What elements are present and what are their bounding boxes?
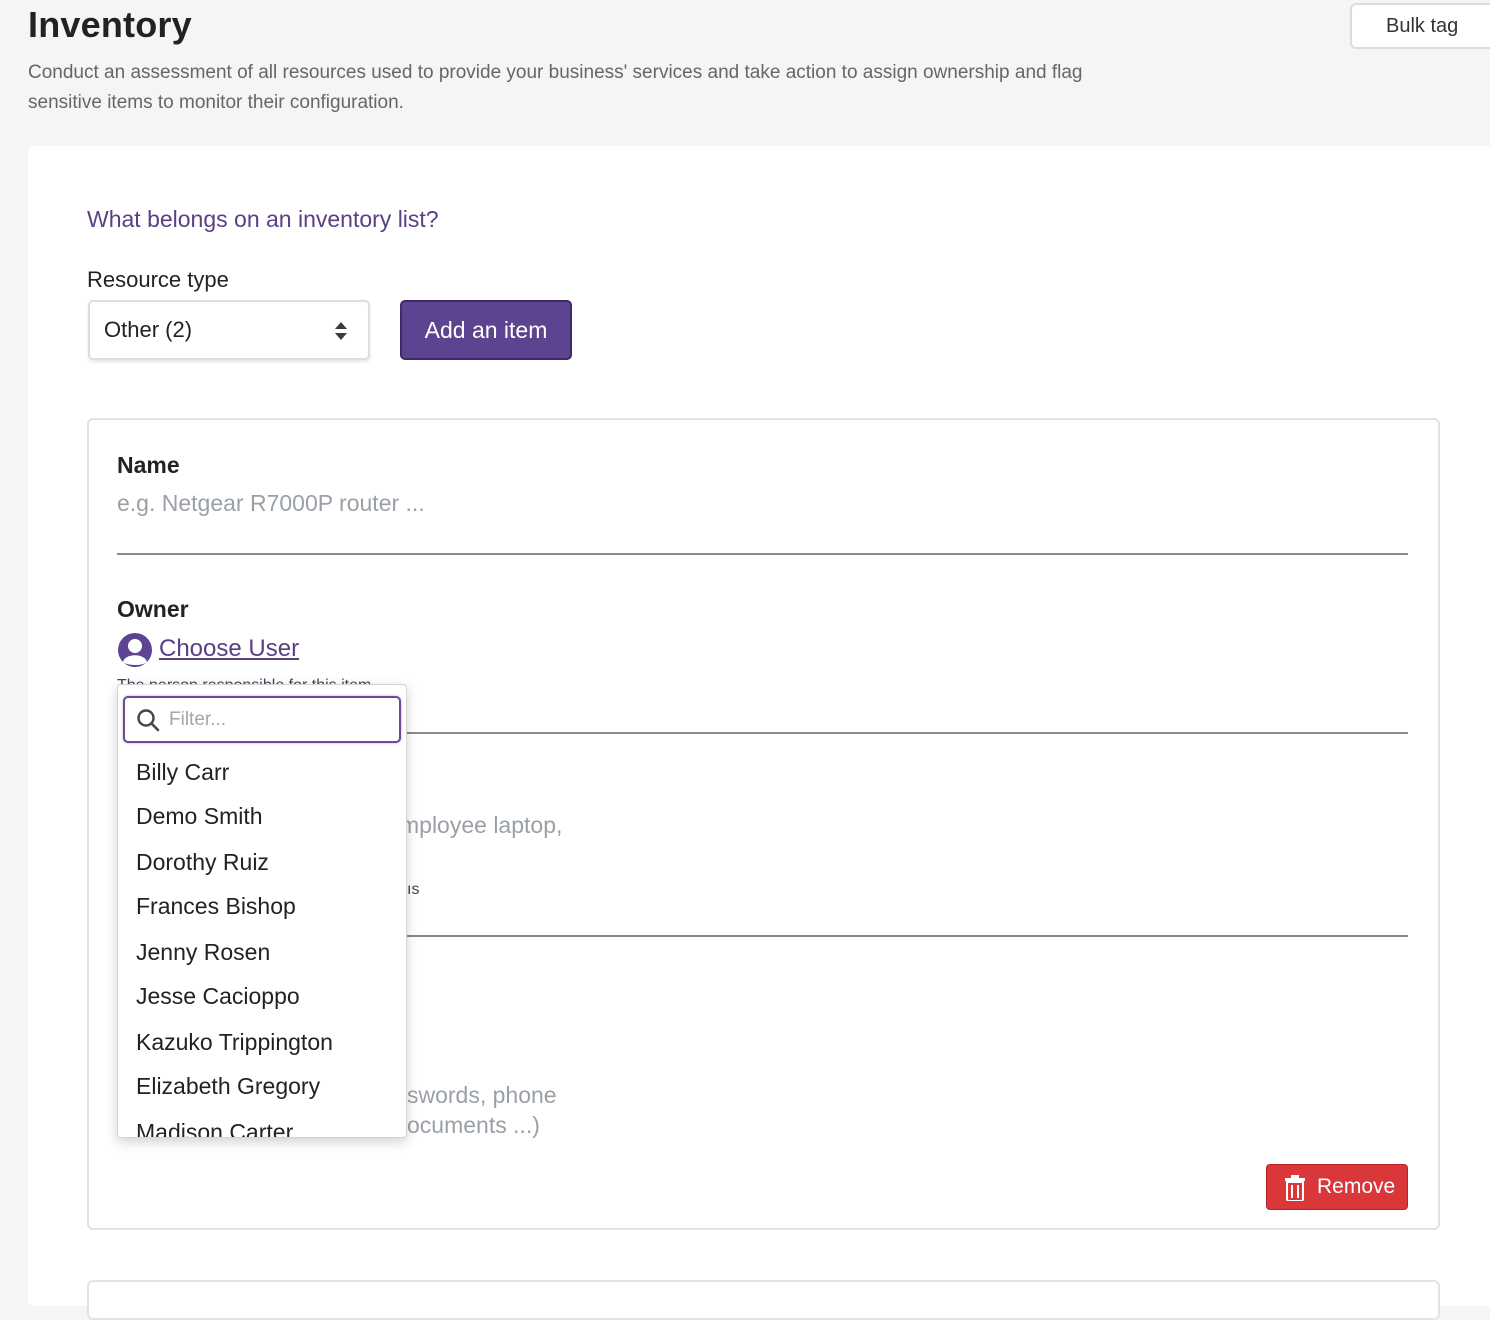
obscured-field-hint: ıs xyxy=(407,881,420,898)
add-item-button[interactable]: Add an item xyxy=(400,300,572,360)
bulk-tag-button[interactable]: Bulk tag xyxy=(1350,3,1490,49)
user-option[interactable]: Jesse Cacioppo xyxy=(136,983,300,1010)
name-underline xyxy=(117,553,1408,555)
obscured-field-placeholder-1: mployee laptop, xyxy=(400,812,563,838)
name-input[interactable]: e.g. Netgear R7000P router ... xyxy=(117,490,425,517)
user-filter-input[interactable] xyxy=(169,704,389,736)
inventory-help-link[interactable]: What belongs on an inventory list? xyxy=(87,206,439,233)
user-option[interactable]: Frances Bishop xyxy=(136,893,296,920)
owner-underline xyxy=(407,732,1408,734)
user-filter-box[interactable] xyxy=(123,696,401,743)
sort-arrows-icon xyxy=(335,322,347,340)
user-option[interactable]: Demo Smith xyxy=(136,803,263,830)
trash-icon xyxy=(1285,1175,1305,1201)
obscured-field-placeholder-2b: ocuments ...) xyxy=(407,1112,540,1138)
remove-label: Remove xyxy=(1317,1175,1396,1198)
user-avatar-icon xyxy=(118,633,152,667)
resource-type-select[interactable]: Other (2) xyxy=(88,300,370,360)
name-field-label: Name xyxy=(117,452,180,478)
search-icon xyxy=(137,709,160,732)
choose-user-link[interactable]: Choose User xyxy=(159,635,299,663)
field-underline-3 xyxy=(407,935,1408,937)
obscured-field-placeholder-2a: swords, phone xyxy=(407,1082,557,1108)
page-description: Conduct an assessment of all resources u… xyxy=(28,62,1083,113)
user-option[interactable]: Dorothy Ruiz xyxy=(136,849,269,876)
user-option[interactable]: Kazuko Trippington xyxy=(136,1029,333,1056)
user-option[interactable]: Madison Carter xyxy=(136,1119,293,1137)
user-option[interactable]: Jenny Rosen xyxy=(136,939,270,966)
user-picker-dropdown: Billy Carr Demo Smith Dorothy Ruiz Franc… xyxy=(117,684,407,1138)
resource-type-label: Resource type xyxy=(87,267,229,292)
remove-item-button[interactable]: Remove xyxy=(1266,1164,1408,1210)
user-option[interactable]: Elizabeth Gregory xyxy=(136,1073,320,1100)
inventory-item-card-next xyxy=(87,1280,1440,1320)
resource-type-value: Other (2) xyxy=(104,317,193,342)
page-title: Inventory xyxy=(28,4,192,45)
owner-field-label: Owner xyxy=(117,596,189,622)
user-option[interactable]: Billy Carr xyxy=(136,759,229,786)
